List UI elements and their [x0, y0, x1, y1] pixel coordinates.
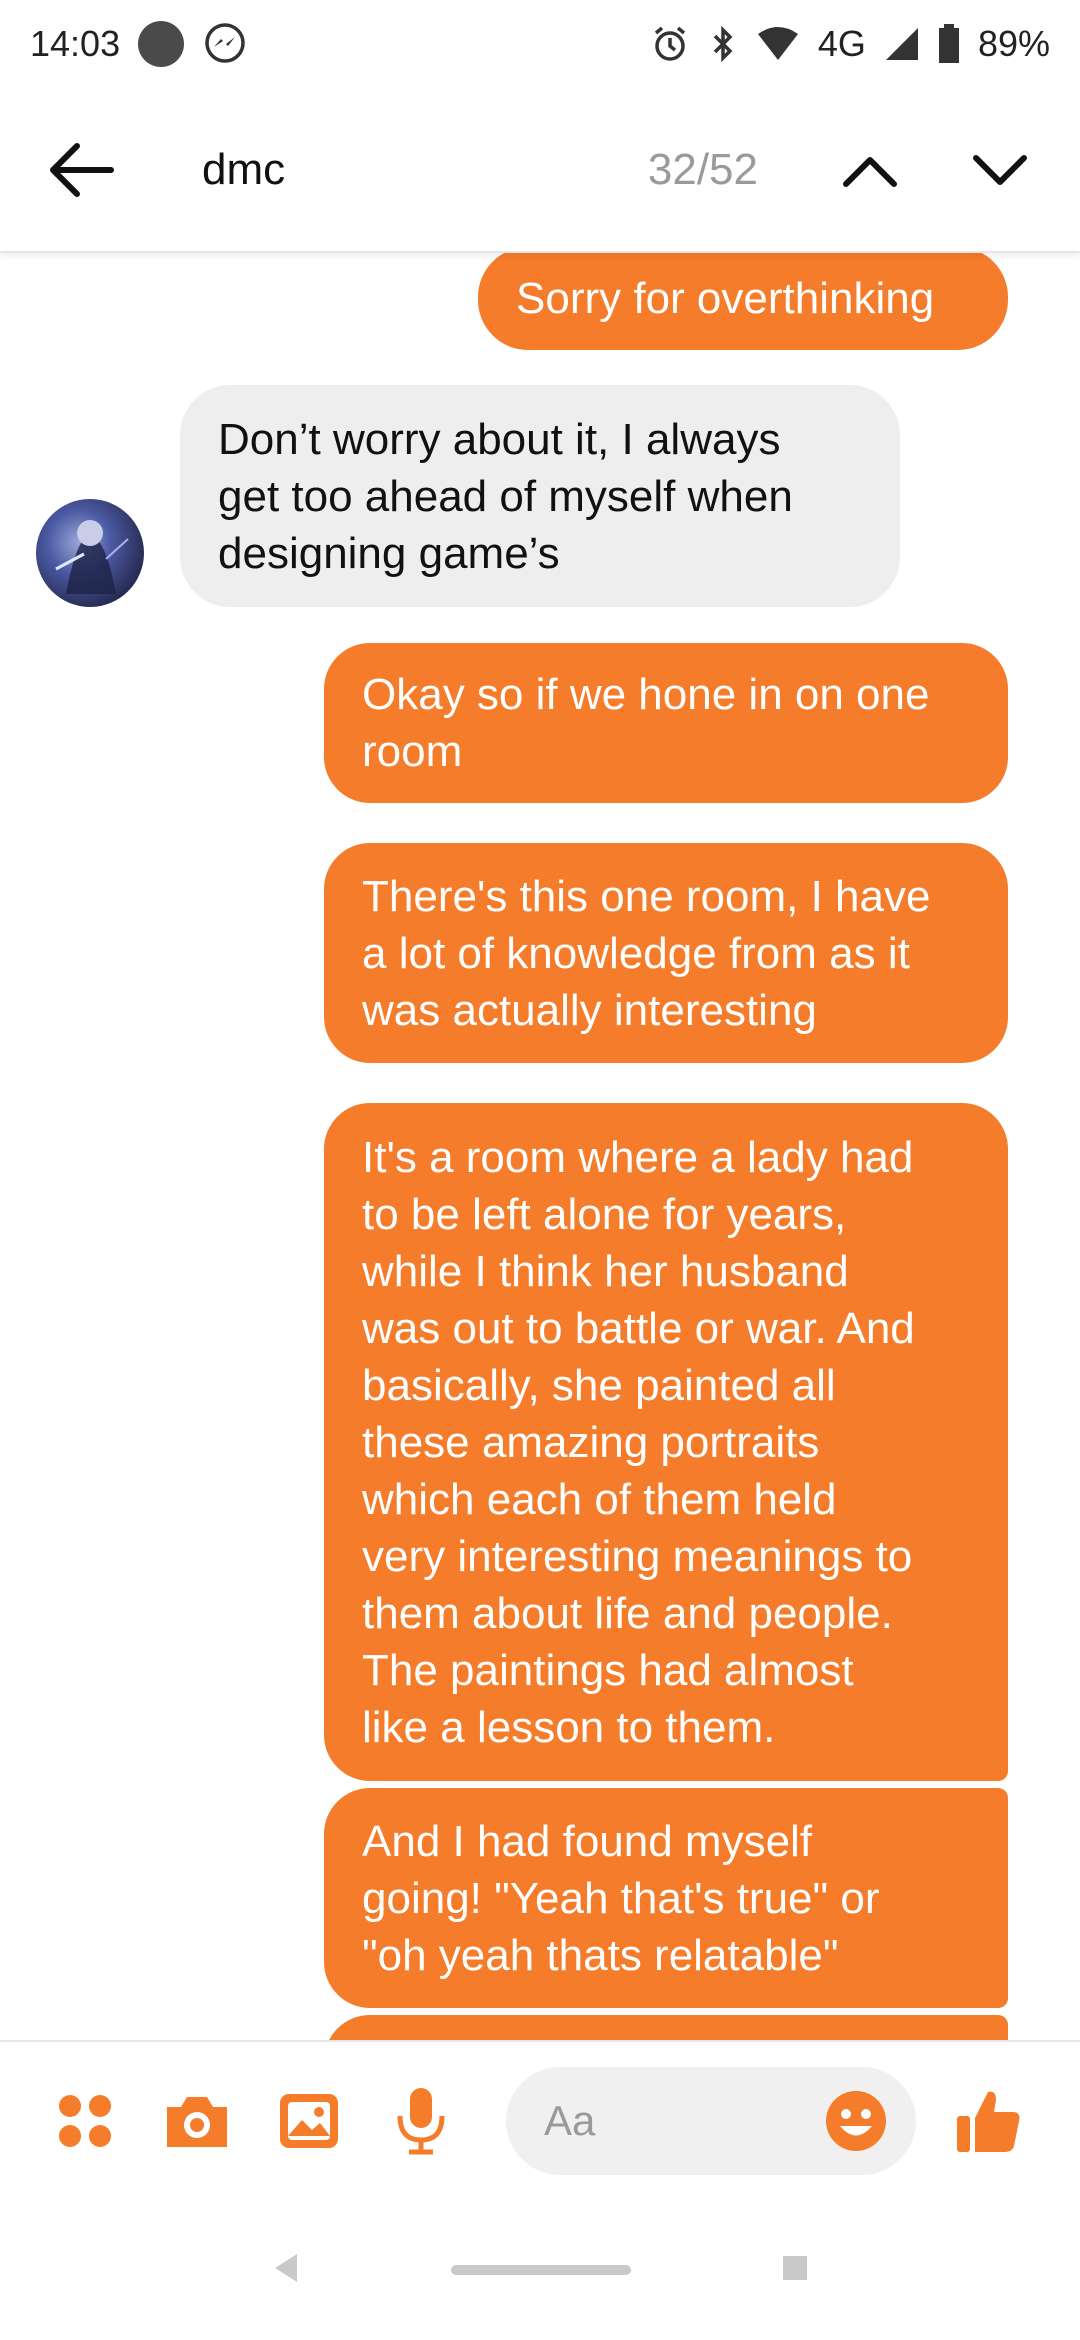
back-button[interactable] — [40, 130, 120, 210]
search-header: dmc 32/52 — [0, 88, 1080, 253]
home-pill-button[interactable] — [451, 2265, 631, 2275]
message-composer — [0, 2040, 1080, 2200]
message-bubble-sent[interactable]: There's this one room, I have a lot of k… — [324, 843, 1008, 1063]
triangle-back-icon — [275, 2253, 297, 2282]
chevron-up-icon — [843, 156, 897, 187]
recents-nav-button[interactable] — [781, 2254, 809, 2287]
message-input-field[interactable] — [506, 2067, 916, 2175]
status-right: 4G 89% — [650, 23, 1050, 65]
battery-percent: 89% — [977, 23, 1050, 64]
microphone-icon — [397, 2088, 445, 2155]
camera-button[interactable] — [152, 2076, 242, 2166]
system-nav-bar — [0, 2200, 1080, 2340]
next-result-button[interactable] — [960, 130, 1040, 210]
message-text: Sorry for overthinking — [516, 274, 935, 323]
like-button[interactable] — [944, 2076, 1034, 2166]
back-arrow-icon — [50, 142, 114, 197]
voice-button[interactable] — [376, 2076, 466, 2166]
message-bubble-sent[interactable]: Sorry for overthinking — [478, 253, 1008, 350]
contact-avatar[interactable] — [36, 499, 144, 607]
result-count: 32/52 — [647, 144, 758, 194]
chevron-down-icon — [973, 154, 1027, 185]
previous-result-button[interactable] — [830, 130, 910, 210]
messenger-notification-icon — [202, 21, 248, 67]
message-text: And I had found myself going! "Yeah that… — [362, 1816, 880, 1980]
status-left: 14:03 — [30, 21, 248, 67]
message-bubble-sent-partial[interactable] — [324, 2015, 1008, 2040]
camera-icon — [167, 2097, 227, 2147]
message-text: It's a room where a lady had to be left … — [362, 1132, 915, 1752]
message-text: Okay so if we hone in on one room — [362, 670, 930, 776]
square-recents-icon — [783, 2255, 807, 2280]
status-time: 14:03 — [30, 23, 121, 64]
message-text: There's this one room, I have a lot of k… — [362, 871, 931, 1035]
message-bubble-sent[interactable]: It's a room where a lady had to be left … — [324, 1103, 1008, 1781]
gallery-icon — [280, 2094, 338, 2148]
alarm-icon — [650, 24, 690, 64]
gallery-button[interactable] — [264, 2076, 354, 2166]
message-text: Don’t worry about it, I always get too a… — [218, 414, 793, 578]
notification-dot-icon — [138, 21, 185, 67]
wifi-icon — [756, 26, 800, 62]
search-query[interactable]: dmc — [202, 145, 648, 195]
emoji-icon — [826, 2091, 886, 2151]
conversation[interactable]: Sorry for overthinking Don’t worry about… — [0, 253, 1080, 2040]
thumbs-up-icon — [957, 2091, 1020, 2152]
message-bubble-sent[interactable]: And I had found myself going! "Yeah that… — [324, 1788, 1008, 2008]
bluetooth-icon — [708, 24, 738, 64]
message-bubble-sent[interactable]: Okay so if we hone in on one room — [324, 643, 1008, 803]
signal-icon — [884, 26, 920, 62]
back-nav-button[interactable] — [271, 2251, 301, 2290]
status-bar: 14:03 4G 89% — [0, 0, 1080, 88]
message-bubble-received[interactable]: Don’t worry about it, I always get too a… — [180, 385, 900, 607]
message-input[interactable] — [542, 2096, 820, 2146]
emoji-button[interactable] — [820, 2085, 892, 2157]
battery-icon — [938, 24, 960, 64]
more-actions-button[interactable] — [40, 2076, 130, 2166]
apps-icon — [59, 2095, 111, 2147]
network-type: 4G — [817, 23, 866, 64]
